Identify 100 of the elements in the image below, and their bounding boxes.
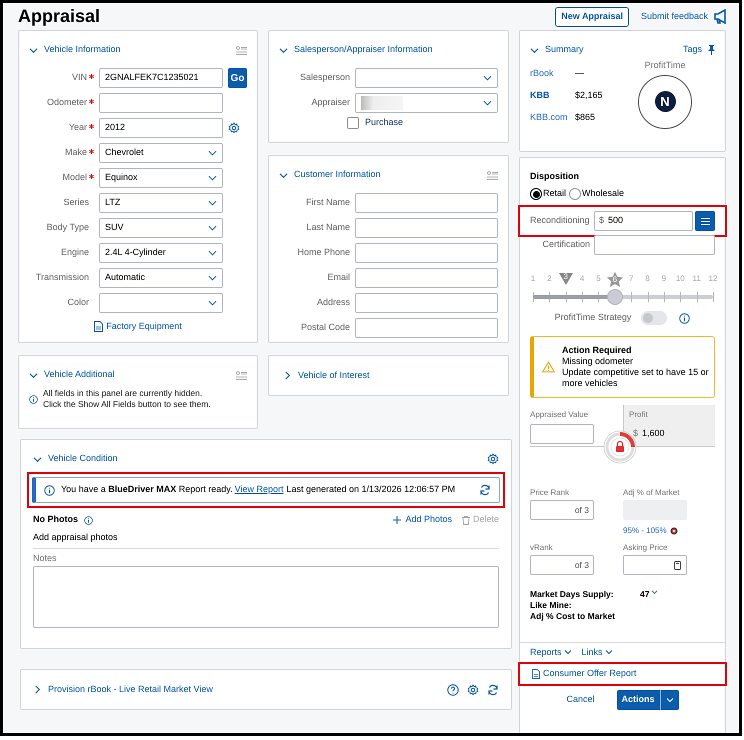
settings-icon[interactable]	[487, 453, 499, 465]
settings-icon[interactable]	[467, 684, 479, 696]
panel-title[interactable]: Salesperson/Appraiser Information	[294, 43, 433, 57]
new-appraisal-button[interactable]: New Appraisal	[555, 6, 629, 26]
list-settings-icon[interactable]	[487, 170, 498, 180]
actions-dropdown-button[interactable]	[660, 690, 679, 710]
toggle-switch[interactable]	[641, 311, 668, 325]
field-label: Asking Price	[623, 542, 668, 552]
dropdown[interactable]: Equinox	[99, 168, 223, 188]
source-link[interactable]: KBB.com	[530, 111, 575, 125]
plus-icon[interactable]	[393, 516, 402, 524]
dropdown-menu-button[interactable]: Links	[582, 646, 613, 660]
panel-title[interactable]: Customer Information	[294, 168, 381, 182]
field-label: Odometer	[46, 96, 87, 110]
input-field[interactable]	[594, 235, 715, 255]
alert-title: Action Required	[562, 345, 633, 356]
go-button[interactable]: Go	[228, 68, 247, 88]
input-field[interactable]: $ 500	[594, 211, 694, 231]
refresh-icon[interactable]	[487, 684, 499, 696]
profit-time-label: ProfitTime	[644, 59, 686, 72]
tick-label: 2	[547, 273, 552, 285]
hidden-fields-message: All fields in this panel are currently hidden. Click the Show All Fields button to see them.	[43, 388, 212, 410]
slider-thumb[interactable]	[606, 289, 623, 305]
factory-equipment-link[interactable]: Factory Equipment	[106, 320, 182, 334]
submit-feedback-link[interactable]: Submit feedback	[640, 10, 708, 24]
add-photos-button[interactable]: Add Photos	[405, 513, 452, 527]
input-field[interactable]	[355, 268, 498, 288]
chevron-down-icon[interactable]	[29, 370, 38, 380]
document-icon[interactable]	[94, 321, 104, 332]
input-field[interactable]	[355, 318, 498, 338]
view-report-link[interactable]: View Report	[234, 483, 284, 497]
slider-track[interactable]	[533, 289, 713, 305]
last-generated-text: Last generated on 1/13/2026 12:06:57 PM	[286, 483, 456, 496]
chevron-down-icon	[483, 75, 492, 81]
panel-title[interactable]: Vehicle Condition	[48, 452, 118, 466]
dropdown[interactable]: Automatic	[99, 268, 223, 288]
field-value: 500	[608, 214, 624, 228]
tick-label: 7	[628, 273, 634, 285]
checkbox[interactable]	[347, 117, 359, 129]
consumer-offer-report-link[interactable]: Consumer Offer Report	[543, 667, 636, 681]
field-suffix: of 3	[574, 558, 589, 572]
input-field[interactable]: of 3	[530, 555, 594, 575]
field-label: Email	[326, 271, 350, 284]
input-field[interactable]: 2012	[99, 118, 223, 138]
list-settings-icon[interactable]	[236, 370, 247, 380]
field-label: Profit	[629, 409, 649, 421]
input-field[interactable]	[530, 424, 594, 444]
refresh-icon[interactable]	[479, 484, 491, 496]
panel-title[interactable]: Vehicle Additional	[44, 368, 115, 382]
input-field[interactable]	[355, 193, 498, 213]
target-range-link[interactable]: 95% - 105%	[623, 525, 667, 537]
panel-title[interactable]: Vehicle of Interest	[298, 368, 370, 382]
dropdown[interactable]: 2.4L 4-Cylinder	[99, 243, 223, 263]
cancel-button[interactable]: Cancel	[566, 693, 594, 707]
help-icon[interactable]	[447, 684, 459, 696]
menu-button[interactable]	[695, 211, 715, 231]
dropdown[interactable]: Chevrolet	[99, 143, 223, 163]
settings-icon[interactable]	[228, 122, 240, 134]
chevron-right-icon[interactable]	[33, 685, 42, 694]
dropdown-menu-button[interactable]: Reports	[530, 646, 572, 660]
radio-button[interactable]	[569, 188, 582, 200]
triangle-marker-icon	[558, 272, 574, 286]
menu-icon	[700, 218, 710, 224]
input-field[interactable]	[355, 293, 498, 313]
input-field[interactable]	[355, 218, 498, 238]
profit-value: 1,600	[642, 427, 665, 440]
field-label: Adj % of Market	[623, 487, 680, 497]
actions-button[interactable]: Actions	[616, 690, 660, 710]
input-field[interactable]	[355, 243, 498, 263]
input-field[interactable]: of 3	[530, 500, 594, 520]
source-link[interactable]: KBB	[530, 89, 575, 103]
input-field[interactable]	[623, 555, 687, 575]
info-icon	[84, 516, 93, 524]
dropdown[interactable]: SUV	[99, 218, 223, 238]
input-field[interactable]: 2GNALFEK7C1235021	[99, 68, 223, 88]
warning-icon	[542, 361, 555, 373]
chevron-down-icon[interactable]	[33, 454, 42, 464]
list-settings-icon[interactable]	[236, 46, 247, 54]
tags-link[interactable]: Tags	[682, 43, 702, 57]
pin-icon[interactable]	[708, 45, 715, 55]
field-label: Address	[316, 296, 350, 310]
dropdown[interactable]: LTZ	[99, 193, 223, 213]
megaphone-icon[interactable]	[713, 9, 729, 24]
chevron-down-icon[interactable]	[279, 46, 288, 54]
source-link[interactable]: rBook	[530, 67, 575, 81]
input-field[interactable]	[99, 93, 223, 113]
chevron-down-icon[interactable]	[530, 46, 539, 54]
star-marker-icon	[606, 270, 624, 288]
field-label: Model	[62, 171, 87, 184]
panel-title[interactable]: Summary	[545, 43, 584, 57]
chevron-down-icon[interactable]	[29, 46, 38, 54]
chevron-right-icon[interactable]	[283, 371, 292, 380]
currency-symbol: $	[599, 214, 604, 228]
chevron-down-icon[interactable]	[279, 170, 288, 180]
tick-label: 4	[580, 273, 584, 285]
field-label: Make	[64, 146, 87, 160]
chevron-down-icon	[208, 200, 217, 206]
panel-title[interactable]: Provision rBook - Live Retail Market View	[48, 682, 213, 696]
panel-title[interactable]: Vehicle Information	[44, 43, 121, 57]
radio-button[interactable]	[530, 188, 542, 200]
